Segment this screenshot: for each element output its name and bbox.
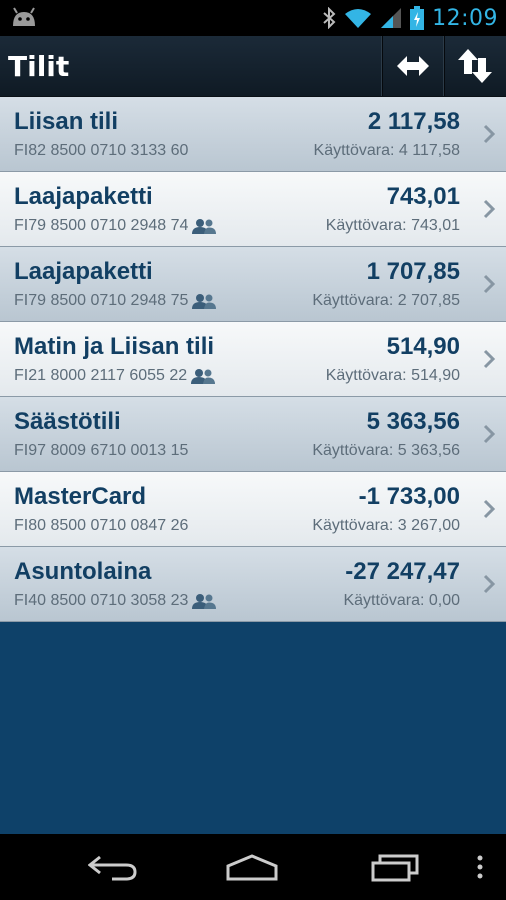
account-name: Matin ja Liisan tili bbox=[14, 333, 215, 360]
chevron-right-icon bbox=[483, 574, 496, 594]
recent-apps-icon bbox=[371, 854, 419, 882]
android-icon bbox=[13, 7, 35, 26]
account-iban-line: FI82 8500 0710 3133 60 bbox=[14, 142, 188, 160]
chevron-right-icon bbox=[483, 124, 496, 144]
chevron-right-icon bbox=[483, 424, 496, 444]
empty-area bbox=[0, 622, 506, 834]
account-iban-line: FI21 8000 2117 6055 22 bbox=[14, 367, 216, 385]
account-balance: 514,90 bbox=[386, 333, 460, 360]
navigation-bar bbox=[0, 834, 506, 900]
shared-users-icon bbox=[191, 369, 216, 384]
battery-icon bbox=[410, 6, 425, 30]
account-available: Käyttövara: 2 707,85 bbox=[312, 292, 460, 309]
account-iban-line: FI97 8009 6710 0013 15 bbox=[14, 442, 188, 460]
account-name: MasterCard bbox=[14, 483, 147, 510]
account-balance: 1 707,85 bbox=[366, 258, 460, 285]
account-balance: 2 117,58 bbox=[367, 108, 460, 135]
account-row[interactable]: Liisan tili FI82 8500 0710 3133 60 2 117,5… bbox=[0, 97, 506, 172]
shared-users-icon bbox=[192, 219, 217, 234]
account-name: Asuntolaina bbox=[14, 558, 152, 585]
shared-users-icon bbox=[192, 294, 217, 309]
recent-apps-button[interactable] bbox=[350, 834, 440, 900]
chevron-right-icon bbox=[483, 274, 496, 294]
account-iban: FI97 8009 6710 0013 15 bbox=[14, 442, 189, 459]
wifi-icon bbox=[345, 9, 372, 28]
account-row[interactable]: MasterCard FI80 8500 0710 0847 26 -1 733,0… bbox=[0, 472, 506, 547]
account-iban-line: FI80 8500 0710 0847 26 bbox=[14, 517, 188, 535]
account-name: Laajapaketti bbox=[14, 183, 153, 210]
account-iban: FI80 8500 0710 0847 26 bbox=[14, 517, 189, 534]
account-available: Käyttövara: 514,90 bbox=[325, 367, 460, 384]
sort-arrows-icon bbox=[457, 49, 492, 83]
account-name: Liisan tili bbox=[14, 108, 119, 135]
home-icon bbox=[226, 854, 278, 881]
status-bar: 12:09 bbox=[0, 0, 506, 36]
back-icon bbox=[88, 855, 137, 881]
account-row[interactable]: Laajapaketti FI79 8500 0710 2948 74 743,01… bbox=[0, 172, 506, 247]
account-iban-line: FI79 8500 0710 2948 74 bbox=[14, 217, 217, 235]
action-bar: Tilit bbox=[0, 36, 506, 98]
account-row[interactable]: Matin ja Liisan tili FI21 8000 2117 6055 … bbox=[0, 322, 506, 397]
account-available: Käyttövara: 4 117,58 bbox=[313, 142, 460, 159]
account-balance: 743,01 bbox=[386, 183, 460, 210]
account-balance: 5 363,56 bbox=[366, 408, 460, 435]
account-iban: FI82 8500 0710 3133 60 bbox=[14, 142, 189, 159]
signal-icon bbox=[381, 8, 402, 28]
transfer-button[interactable] bbox=[381, 36, 443, 96]
page-title: Tilit bbox=[8, 50, 70, 83]
account-iban: FI79 8500 0710 2948 74 bbox=[14, 217, 189, 234]
account-balance: -27 247,47 bbox=[345, 558, 460, 585]
account-row[interactable]: Asuntolaina FI40 8500 0710 3058 23 -27 247… bbox=[0, 547, 506, 622]
back-button[interactable] bbox=[68, 834, 158, 900]
overflow-menu-icon bbox=[477, 855, 483, 879]
chevron-right-icon bbox=[483, 349, 496, 369]
account-row[interactable]: Säästötili FI97 8009 6710 0013 15 5 363,56… bbox=[0, 397, 506, 472]
account-available: Käyttövara: 5 363,56 bbox=[312, 442, 460, 459]
account-available: Käyttövara: 3 267,00 bbox=[312, 517, 460, 534]
account-iban-line: FI79 8500 0710 2948 75 bbox=[14, 292, 217, 310]
account-name: Säästötili bbox=[14, 408, 121, 435]
account-name: Laajapaketti bbox=[14, 258, 153, 285]
account-available: Käyttövara: 743,01 bbox=[325, 217, 460, 234]
account-list: Liisan tili FI82 8500 0710 3133 60 2 117,5… bbox=[0, 97, 506, 622]
shared-users-icon bbox=[192, 594, 217, 609]
account-iban: FI40 8500 0710 3058 23 bbox=[14, 592, 189, 609]
account-row[interactable]: Laajapaketti FI79 8500 0710 2948 75 1 707,… bbox=[0, 247, 506, 322]
chevron-right-icon bbox=[483, 199, 496, 219]
chevron-right-icon bbox=[483, 499, 496, 519]
account-balance: -1 733,00 bbox=[358, 483, 460, 510]
home-button[interactable] bbox=[207, 834, 297, 900]
bluetooth-icon bbox=[323, 7, 336, 29]
menu-button[interactable] bbox=[460, 834, 500, 900]
account-iban: FI79 8500 0710 2948 75 bbox=[14, 292, 189, 309]
account-iban: FI21 8000 2117 6055 22 bbox=[14, 367, 188, 384]
transfer-arrows-icon bbox=[396, 56, 429, 76]
sort-button[interactable] bbox=[443, 36, 505, 96]
account-iban-line: FI40 8500 0710 3058 23 bbox=[14, 592, 217, 610]
clock: 12:09 bbox=[432, 5, 498, 31]
account-available: Käyttövara: 0,00 bbox=[343, 592, 460, 609]
